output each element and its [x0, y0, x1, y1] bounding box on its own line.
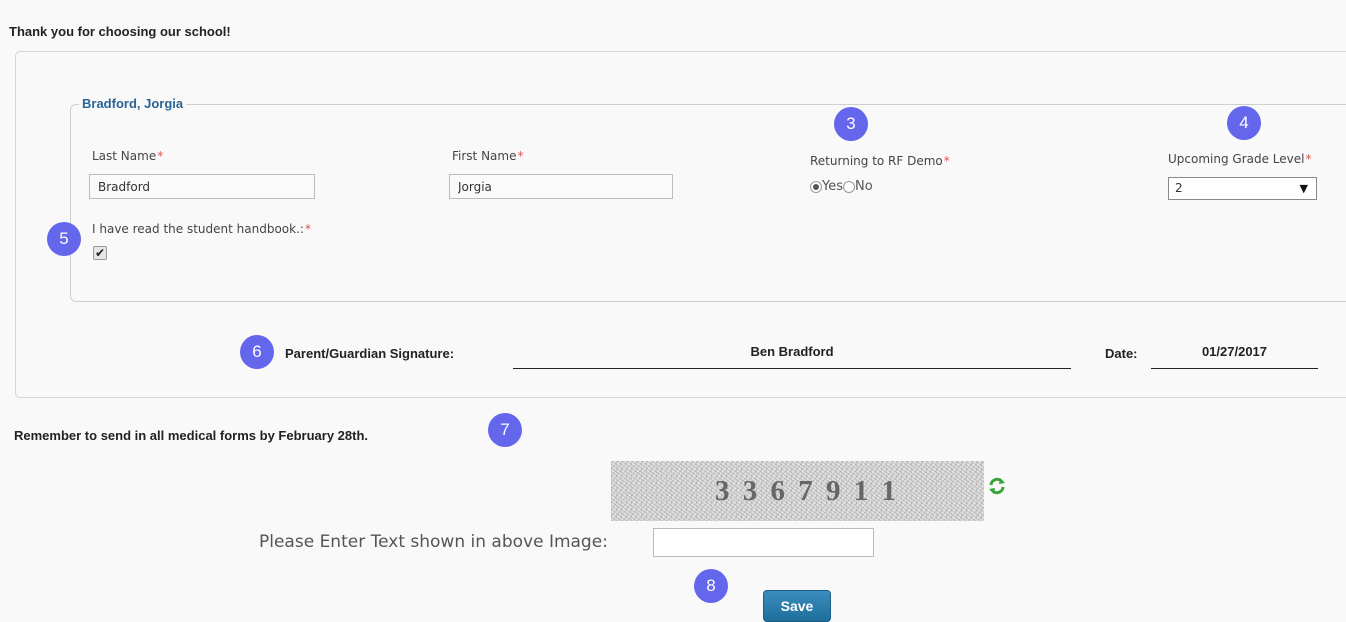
- handbook-checkbox[interactable]: ✔: [93, 246, 107, 260]
- returning-label: Returning to RF Demo*: [810, 154, 950, 168]
- annotation-marker-7: 7: [488, 413, 522, 447]
- returning-yes-label: Yes: [822, 179, 843, 194]
- date-label: Date:: [1105, 346, 1138, 361]
- captcha-image: 3 3 6 7 9 1 1: [611, 461, 984, 521]
- grade-select[interactable]: 2 ▼: [1168, 177, 1317, 200]
- annotation-marker-8: 8: [694, 569, 728, 603]
- returning-yes-radio[interactable]: [810, 180, 822, 193]
- intro-text: Thank you for choosing our school!: [9, 24, 231, 39]
- last-name-input[interactable]: [89, 174, 315, 199]
- annotation-marker-4: 4: [1227, 106, 1261, 140]
- dropdown-arrow-icon: ▼: [1299, 182, 1308, 195]
- captcha-prompt: Please Enter Text shown in above Image:: [259, 532, 608, 552]
- first-name-input[interactable]: [449, 174, 673, 199]
- date-field[interactable]: 01/27/2017: [1151, 344, 1318, 369]
- required-mark: *: [943, 154, 950, 168]
- checkmark-icon: ✔: [94, 246, 106, 260]
- required-mark: *: [157, 149, 164, 163]
- grade-label: Upcoming Grade Level*: [1168, 152, 1312, 166]
- first-name-label: First Name*: [452, 149, 524, 163]
- returning-no-radio[interactable]: [843, 180, 855, 193]
- required-mark: *: [304, 222, 311, 236]
- grade-select-value: 2: [1175, 181, 1183, 195]
- reminder-text: Remember to send in all medical forms by…: [14, 428, 368, 443]
- save-button[interactable]: Save: [763, 590, 831, 622]
- signature-label: Parent/Guardian Signature:: [285, 346, 455, 361]
- captcha-input[interactable]: [653, 528, 874, 557]
- captcha-text: 3 3 6 7 9 1 1: [715, 475, 899, 507]
- annotation-marker-5: 5: [47, 222, 81, 256]
- refresh-icon[interactable]: [987, 476, 1007, 496]
- returning-no-label: No: [855, 179, 873, 194]
- required-mark: *: [1305, 152, 1312, 166]
- student-fieldset: [70, 104, 1346, 302]
- returning-radio-group: Yes No: [810, 179, 873, 194]
- required-mark: *: [517, 149, 524, 163]
- last-name-label: Last Name*: [92, 149, 164, 163]
- signature-field[interactable]: Ben Bradford: [513, 344, 1071, 369]
- annotation-marker-3: 3: [834, 107, 868, 141]
- handbook-label: I have read the student handbook.:*: [92, 222, 311, 236]
- student-legend: Bradford, Jorgia: [79, 96, 187, 111]
- annotation-marker-6: 6: [240, 335, 274, 369]
